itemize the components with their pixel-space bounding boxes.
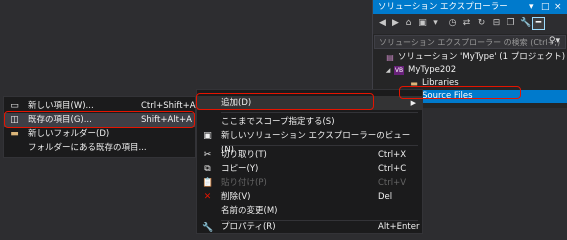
menu-item-cut[interactable]: ✂ 切り取り(T) Ctrl+X — [197, 148, 422, 162]
context-menu: 追加(D) ▶ ここまでスコープ指定する(S) ▣ 新しいソリューション エクス… — [196, 89, 423, 234]
menu-item-label: フォルダーにある既存の項目... — [28, 143, 147, 153]
add-submenu: ▭ 新しい項目(W)... Ctrl+Shift+A ◫ 既存の項目(G)...… — [3, 96, 196, 158]
menu-item-label: 新しい項目(W)... — [28, 101, 94, 111]
submenu-item-new-item[interactable]: ▭ 新しい項目(W)... Ctrl+Shift+A — [4, 99, 195, 113]
tree-item-project[interactable]: ◢ VB MyType202 — [373, 64, 567, 77]
expand-arrow-icon[interactable]: ◢ — [383, 66, 393, 75]
tree-item-label: Source Files — [422, 91, 473, 101]
submenu-item-existing-item[interactable]: ◫ 既存の項目(G)... Shift+Alt+A — [4, 113, 195, 127]
collapse-all-icon[interactable]: ⊟ — [491, 18, 502, 29]
vb-project-icon: VB — [394, 66, 404, 75]
menu-item-label: 削除(V) — [221, 192, 251, 202]
forward-icon[interactable]: ▶ — [390, 18, 401, 29]
pin-icon[interactable]: □ — [541, 0, 550, 14]
folder-icon: ▬ — [410, 79, 418, 88]
sync-icon[interactable]: ⇄ — [461, 18, 472, 29]
menu-item-shortcut: Alt+Enter — [378, 222, 420, 232]
tree-item-label: ソリューション 'MyType' (1 プロジェクト) — [398, 52, 566, 62]
menu-item-new-view[interactable]: ▣ 新しいソリューション エクスプローラーのビュー(N) — [197, 129, 422, 155]
existing-item-icon: ◫ — [10, 115, 19, 125]
delete-icon: ✕ — [203, 192, 212, 202]
menu-separator — [221, 112, 418, 113]
menu-item-label: 切り取り(T) — [221, 150, 267, 160]
search-field[interactable]: ソリューション エクスプローラー の検索 (Ctrl+;) ⚲▾ — [374, 35, 566, 49]
preview-selected-icon[interactable]: ━ — [532, 17, 545, 30]
menu-separator — [221, 145, 418, 146]
search-placeholder: ソリューション エクスプローラー の検索 (Ctrl+;) — [379, 38, 561, 47]
menu-item-label: 貼り付け(P) — [221, 178, 267, 188]
menu-item-shortcut: Ctrl+C — [378, 164, 407, 174]
paste-icon: 📋 — [202, 178, 214, 188]
menu-item-label: プロパティ(R) — [221, 222, 276, 232]
search-icon[interactable]: ⚲▾ — [549, 36, 560, 46]
menu-item-shortcut: Ctrl+V — [378, 178, 407, 188]
cut-icon: ✂ — [203, 150, 212, 160]
back-icon[interactable]: ◀ — [377, 18, 388, 29]
menu-item-label: ここまでスコープ指定する(S) — [221, 117, 335, 127]
vs-icon[interactable]: ▣ — [417, 18, 428, 29]
menu-item-shortcut: Shift+Alt+A — [141, 115, 192, 125]
menu-item-shortcut: Ctrl+X — [378, 150, 407, 160]
menu-item-shortcut: Del — [378, 192, 393, 202]
menu-item-label: 名前の変更(M) — [221, 206, 278, 216]
home-icon[interactable]: ⌂ — [403, 18, 414, 29]
solution-icon: ▤ — [386, 53, 394, 62]
properties-icon[interactable]: 🔧 — [520, 18, 531, 29]
menu-item-label: 追加(D) — [221, 98, 252, 108]
dropdown-icon[interactable]: ▾ — [529, 0, 534, 14]
menu-item-rename[interactable]: 名前の変更(M) — [197, 204, 422, 218]
menu-item-properties[interactable]: 🔧 プロパティ(R) Alt+Enter — [197, 221, 422, 234]
new-folder-icon: ▬ — [10, 129, 19, 139]
panel-title: ソリューション エクスプローラー — [378, 2, 508, 12]
copy-icon: ⧉ — [204, 164, 211, 174]
new-view-icon: ▣ — [203, 131, 212, 141]
properties-icon: 🔧 — [202, 223, 214, 233]
menu-item-copy[interactable]: ⧉ コピー(Y) Ctrl+C — [197, 162, 422, 176]
close-icon[interactable]: × — [554, 0, 562, 14]
show-all-files-icon[interactable]: ❐ — [505, 18, 516, 29]
menu-item-delete[interactable]: ✕ 削除(V) Del — [197, 190, 422, 204]
menu-item-label: コピー(Y) — [221, 164, 259, 174]
menu-item-shortcut: Ctrl+Shift+A — [141, 101, 196, 111]
menu-item-label: 既存の項目(G)... — [28, 115, 92, 125]
submenu-item-new-folder[interactable]: ▬ 新しいフォルダー(D) — [4, 127, 195, 141]
switch-views-icon[interactable]: ▾ — [430, 18, 441, 29]
tree-item-label: Libraries — [422, 78, 459, 88]
menu-item-label: 新しいフォルダー(D) — [28, 129, 110, 139]
submenu-item-existing-folder-items[interactable]: フォルダーにある既存の項目... — [4, 141, 195, 155]
submenu-arrow-icon: ▶ — [410, 99, 416, 107]
tree-item-label: MyType202 — [408, 65, 457, 75]
menu-item-scope-to-this[interactable]: ここまでスコープ指定する(S) — [197, 115, 422, 129]
solution-explorer-titlebar: ソリューション エクスプローラー ▾ □ × — [373, 0, 567, 14]
pending-changes-icon[interactable]: ◷ — [447, 18, 458, 29]
menu-item-paste: 📋 貼り付け(P) Ctrl+V — [197, 176, 422, 190]
tree-item-solution[interactable]: ▤ ソリューション 'MyType' (1 プロジェクト) — [373, 51, 567, 64]
solution-explorer-toolbar: ◀ ▶ ⌂ ▣ ▾ ◷ ⇄ ↻ ⊟ ❐ 🔧 ━ — [373, 14, 567, 34]
new-item-icon: ▭ — [10, 101, 19, 111]
refresh-icon[interactable]: ↻ — [476, 18, 487, 29]
menu-item-add[interactable]: 追加(D) ▶ — [197, 96, 422, 110]
